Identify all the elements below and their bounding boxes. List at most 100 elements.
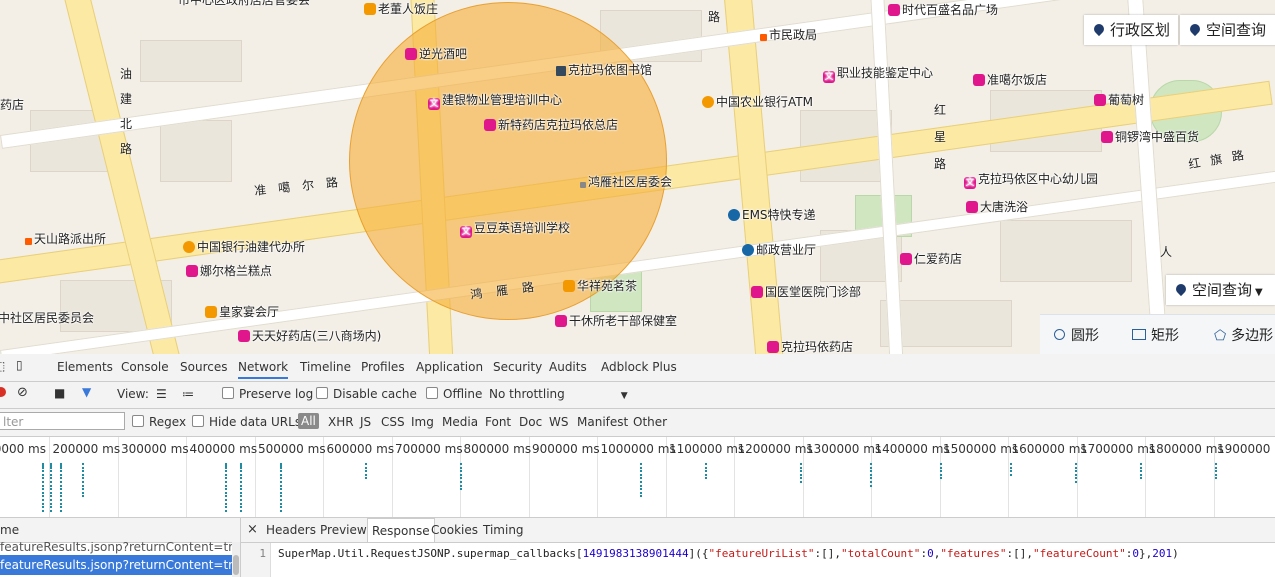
request-marker [82, 473, 84, 476]
device-toggle-icon[interactable]: ▯ [16, 358, 23, 372]
poi-laodongren[interactable]: 老董人饭庄 [364, 2, 438, 16]
record-icon[interactable] [0, 387, 6, 397]
poi-library[interactable]: 克拉玛依图书馆 [556, 63, 652, 77]
request-marker [940, 477, 942, 480]
timeline-tick-label: 1700000 ms [1080, 442, 1156, 456]
filter-type-css[interactable]: CSS [381, 415, 405, 429]
inspect-icon[interactable]: ⬚ [0, 359, 5, 373]
tab-adblock-plus[interactable]: Adblock Plus [601, 360, 677, 374]
filter-type-media[interactable]: Media [442, 415, 478, 429]
poi-boc[interactable]: 中国银行油建代办所 [183, 240, 305, 254]
request-marker [240, 506, 242, 509]
filter-type-all[interactable]: All [298, 413, 319, 429]
spatial-query-circle[interactable] [349, 2, 667, 320]
tab-sources[interactable]: Sources [180, 360, 227, 374]
shape-rect-button[interactable]: 矩形 [1132, 325, 1179, 345]
tab-network[interactable]: Network [238, 360, 289, 379]
tab-profiles[interactable]: Profiles [361, 360, 405, 374]
filter-type-js[interactable]: JS [360, 415, 371, 429]
request-marker [705, 463, 707, 465]
filter-input[interactable]: lter [0, 412, 125, 430]
tab-elements[interactable]: Elements [57, 360, 113, 374]
poi-niguang[interactable]: 逆光酒吧 [405, 47, 467, 61]
road-label-youjian-north: 油建北路 [120, 67, 133, 156]
timeline-tick-label: 00000 ms [0, 442, 46, 456]
request-list-header[interactable]: me [0, 518, 240, 543]
poi-doudou[interactable]: 文豆豆英语培训学校 [460, 221, 570, 238]
request-row-selected[interactable]: featureResults.jsonp?returnContent=true& [0, 555, 232, 575]
pharmacy-icon [900, 253, 912, 265]
poi-kelamayi-pharmacy[interactable]: 克拉玛依药店 [767, 340, 853, 354]
disable-cache-checkbox[interactable]: Disable cache [316, 387, 417, 401]
filter-type-font[interactable]: Font [485, 415, 511, 429]
poi-huaxiangyuan[interactable]: 华祥苑茗茶 [563, 279, 637, 293]
request-marker [225, 491, 227, 494]
poi-xinteyao[interactable]: 新特药店克拉玛依总店 [484, 118, 618, 132]
preserve-log-checkbox[interactable]: Preserve log [222, 387, 313, 401]
network-overview[interactable]: 00000 ms 200000 ms300000 ms400000 ms50000… [0, 437, 1275, 518]
request-marker [42, 502, 44, 505]
overview-icon[interactable]: ≔ [182, 387, 194, 401]
filter-type-xhr[interactable]: XHR [328, 415, 354, 429]
poi-kindergarten[interactable]: 文克拉玛依区中心幼儿园 [964, 172, 1098, 189]
regex-checkbox[interactable]: Regex [132, 415, 186, 429]
detail-tab-response[interactable]: Response [367, 518, 435, 542]
throttling-select[interactable]: No throttling ▼ [489, 387, 628, 401]
shape-polygon-button[interactable]: ⬠ 多边形 [1214, 325, 1273, 345]
filter-type-ws[interactable]: WS [549, 415, 568, 429]
poi-post-office[interactable]: 邮政营业厅 [742, 243, 816, 257]
tab-timeline[interactable]: Timeline [300, 360, 351, 374]
filter-type-manifest[interactable]: Manifest [577, 415, 628, 429]
filter-type-other[interactable]: Other [633, 415, 667, 429]
poi-guoyitang[interactable]: 国医堂医院门诊部 [751, 285, 861, 299]
poi-renai[interactable]: 仁爱药店 [900, 252, 962, 266]
poi-shidai[interactable]: 时代百盛名品广场 [888, 3, 998, 17]
poi-naergelan[interactable]: 娜尔格兰糕点 [186, 264, 272, 278]
poi-jianyin[interactable]: 文建银物业管理培训中心 [428, 93, 562, 110]
poi-abc-atm[interactable]: 中国农业银行ATM [702, 95, 813, 109]
tab-console[interactable]: Console [121, 360, 169, 374]
detail-tab-cookies[interactable]: Cookies [431, 523, 478, 537]
tab-audits[interactable]: Audits [549, 360, 587, 374]
filter-type-doc[interactable]: Doc [519, 415, 542, 429]
tab-security[interactable]: Security [493, 360, 542, 374]
poi-hongyan-community[interactable]: 鸿雁社区居委会 [580, 175, 672, 189]
poi-police[interactable]: 天山路派出所 [25, 232, 106, 246]
detail-tab-headers[interactable]: Headers [266, 523, 316, 537]
filter-type-img[interactable]: Img [411, 415, 434, 429]
poi-tongluowan[interactable]: 铜锣湾中盛百货 [1101, 130, 1199, 144]
request-marker [800, 473, 802, 476]
request-row[interactable]: featureResults.jsonp?returnContent=true& [0, 542, 240, 554]
poi-datang[interactable]: 大唐洗浴 [966, 200, 1028, 214]
map-view[interactable]: 市中心区政府居居管委会 老董人饭庄 时代百盛名品广场 市民政局 逆光酒吧 克拉玛… [0, 0, 1275, 354]
offline-checkbox[interactable]: Offline [426, 387, 482, 401]
tab-application[interactable]: Application [416, 360, 483, 374]
poi-ganxiusuo[interactable]: 干休所老干部保健室 [555, 314, 677, 328]
close-icon[interactable]: × [247, 522, 258, 537]
shape-circle-button[interactable]: 圆形 [1054, 325, 1099, 345]
list-view-icon[interactable]: ☰ [156, 387, 167, 401]
poi-ems[interactable]: EMS特快专递 [728, 208, 816, 222]
detail-tab-preview[interactable]: Preview [320, 523, 367, 537]
poi-minzheng[interactable]: 市民政局 [760, 28, 817, 42]
hide-data-urls-checkbox[interactable]: Hide data URLs [192, 415, 301, 429]
poi-huangjia[interactable]: 皇家宴会厅 [205, 305, 279, 319]
request-list-scrollbar[interactable] [232, 542, 240, 577]
filter-icon[interactable]: ▼ [82, 385, 91, 399]
detail-tab-timing[interactable]: Timing [483, 523, 524, 537]
spatial-query-button[interactable]: 空间查询 [1180, 15, 1275, 45]
restaurant-icon [1094, 94, 1106, 106]
poi-yiyaodian[interactable]: 医药店 [0, 98, 24, 112]
poi-zhong-community[interactable]: 中社区居民委员会 [0, 311, 94, 325]
request-marker [42, 499, 44, 501]
request-marker [42, 470, 44, 473]
timeline-tick-label: 800000 ms [463, 442, 532, 456]
spatial-query-dropdown[interactable]: 空间查询 ▼ [1166, 275, 1275, 305]
poi-tiantianhao[interactable]: 天天好药店(三八商场内) [238, 329, 381, 343]
camera-icon[interactable]: ■ [54, 386, 65, 400]
poi-putaoshu[interactable]: 葡萄树 [1094, 93, 1144, 107]
poi-zhiye[interactable]: 文职业技能鉴定中心 [823, 66, 933, 83]
region-button[interactable]: 行政区划 [1084, 15, 1179, 45]
clear-icon[interactable]: ⊘ [17, 385, 28, 400]
poi-zhungaer-hotel[interactable]: 准噶尔饭店 [973, 73, 1047, 87]
